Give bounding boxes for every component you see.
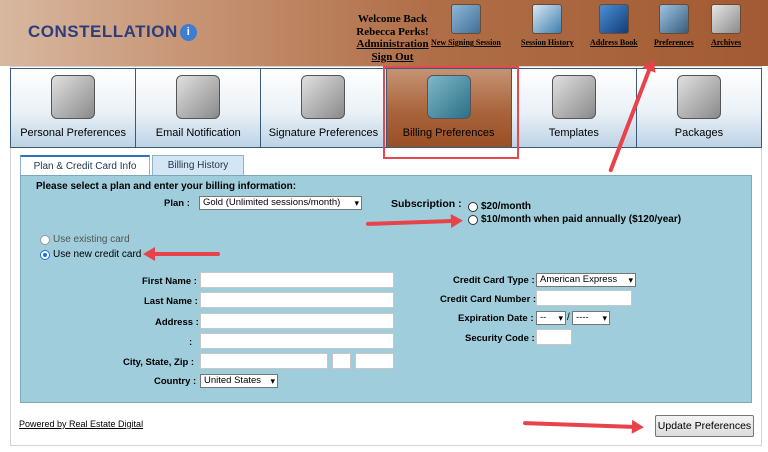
pencil-document-icon (450, 4, 481, 34)
tab-label: Email Notification (155, 127, 241, 139)
plan-label: Plan : (164, 198, 190, 209)
tab-personal-preferences[interactable]: Personal Preferences (10, 68, 136, 148)
address-label: Address : (155, 317, 199, 328)
subscription-monthly-radio[interactable] (468, 202, 478, 212)
tab-label: Personal Preferences (20, 127, 126, 139)
zip-input[interactable] (355, 353, 394, 369)
people-icon (51, 75, 96, 119)
archive-box-icon (711, 4, 742, 34)
use-existing-card-radio[interactable] (40, 235, 50, 245)
billing-prompt: Please select a plan and enter your bill… (36, 181, 297, 192)
security-code-label: Security Code : (465, 333, 535, 344)
credit-card-number-input[interactable] (536, 290, 632, 306)
tab-label: Templates (548, 127, 599, 139)
tab-templates[interactable]: Templates (510, 68, 636, 148)
preferences-label: Preferences (654, 38, 694, 47)
archives-label: Archives (711, 38, 742, 47)
new-signing-session-button[interactable]: New Signing Session (431, 4, 501, 47)
update-preferences-button[interactable]: Update Preferences (655, 415, 754, 437)
use-new-card-radio[interactable] (40, 250, 50, 260)
subscription-label: Subscription : (391, 198, 462, 210)
annotation-arrow-new-card (152, 252, 220, 256)
country-select[interactable]: United States (200, 374, 278, 388)
last-name-label: Last Name : (144, 296, 198, 307)
tab-label: Packages (674, 127, 724, 139)
credit-card-type-label: Credit Card Type : (453, 275, 535, 286)
sign-out-link[interactable]: Sign Out (340, 51, 445, 64)
magnifier-document-icon (532, 4, 563, 34)
preferences-button[interactable]: Preferences (654, 4, 694, 47)
security-code-input[interactable] (536, 329, 572, 345)
subtab-plan-credit-card[interactable]: Plan & Credit Card Info (20, 155, 150, 175)
welcome-block: Welcome Back Rebecca Perks! Administrati… (340, 13, 445, 63)
book-icon (598, 4, 629, 34)
expiration-separator: / (567, 312, 570, 323)
subtab-billing-history[interactable]: Billing History (152, 155, 244, 175)
annotation-arrow-update (522, 421, 636, 429)
pen-icon (301, 75, 346, 119)
address-input[interactable] (200, 313, 394, 329)
subscription-annual-text: $10/month when paid annually ($120/year) (481, 214, 682, 225)
use-new-card-text: Use new credit card (53, 249, 142, 260)
session-history-button[interactable]: Session History (521, 4, 574, 47)
city-state-zip-label: City, State, Zip : (123, 357, 195, 368)
welcome-line-2: Rebecca Perks! (356, 25, 429, 38)
highlight-box (383, 66, 519, 159)
expiration-year-select[interactable]: ---- (572, 311, 610, 325)
envelope-icon (176, 75, 221, 119)
credit-card-number-label: Credit Card Number : (440, 294, 537, 305)
logo-text: CONSTELLATION (28, 22, 178, 41)
first-name-label: First Name : (142, 276, 197, 287)
subscription-monthly-text: $20/month (481, 201, 532, 212)
constellation-logo[interactable]: CONSTELLATION i (28, 22, 197, 42)
state-input[interactable] (332, 353, 351, 369)
country-label: Country : (154, 376, 197, 387)
plan-select[interactable]: Gold (Unlimited sessions/month) (199, 196, 362, 210)
new-signing-session-label: New Signing Session (431, 38, 501, 47)
tab-label: Signature Preferences (268, 127, 379, 139)
package-icon (676, 75, 721, 119)
powered-by-link[interactable]: Powered by Real Estate Digital (19, 419, 143, 429)
city-input[interactable] (200, 353, 328, 369)
last-name-input[interactable] (200, 292, 394, 308)
address-line2-input[interactable] (200, 333, 394, 349)
expiration-date-label: Expiration Date : (458, 313, 534, 324)
credit-card-type-select[interactable]: American Express (536, 273, 636, 287)
tab-email-notification[interactable]: Email Notification (135, 68, 261, 148)
session-history-label: Session History (521, 38, 574, 47)
archives-button[interactable]: Archives (711, 4, 741, 47)
address-book-label: Address Book (590, 38, 638, 47)
welcome-line-1: Welcome Back (357, 13, 428, 25)
use-existing-card-text: Use existing card (53, 234, 130, 245)
address-line2-label: : (189, 337, 193, 348)
administration-link[interactable]: Administration (340, 38, 445, 51)
address-book-button[interactable]: Address Book (590, 4, 638, 47)
subscription-annual-radio[interactable] (468, 215, 478, 225)
expiration-month-select[interactable]: -- (536, 311, 566, 325)
tab-signature-preferences[interactable]: Signature Preferences (260, 68, 386, 148)
logo-mark-icon: i (179, 23, 197, 41)
settings-person-icon (658, 4, 689, 34)
documents-icon (551, 75, 596, 119)
app-header: CONSTELLATION i Welcome Back Rebecca Per… (0, 0, 768, 66)
first-name-input[interactable] (200, 272, 394, 288)
tab-packages[interactable]: Packages (635, 68, 763, 148)
